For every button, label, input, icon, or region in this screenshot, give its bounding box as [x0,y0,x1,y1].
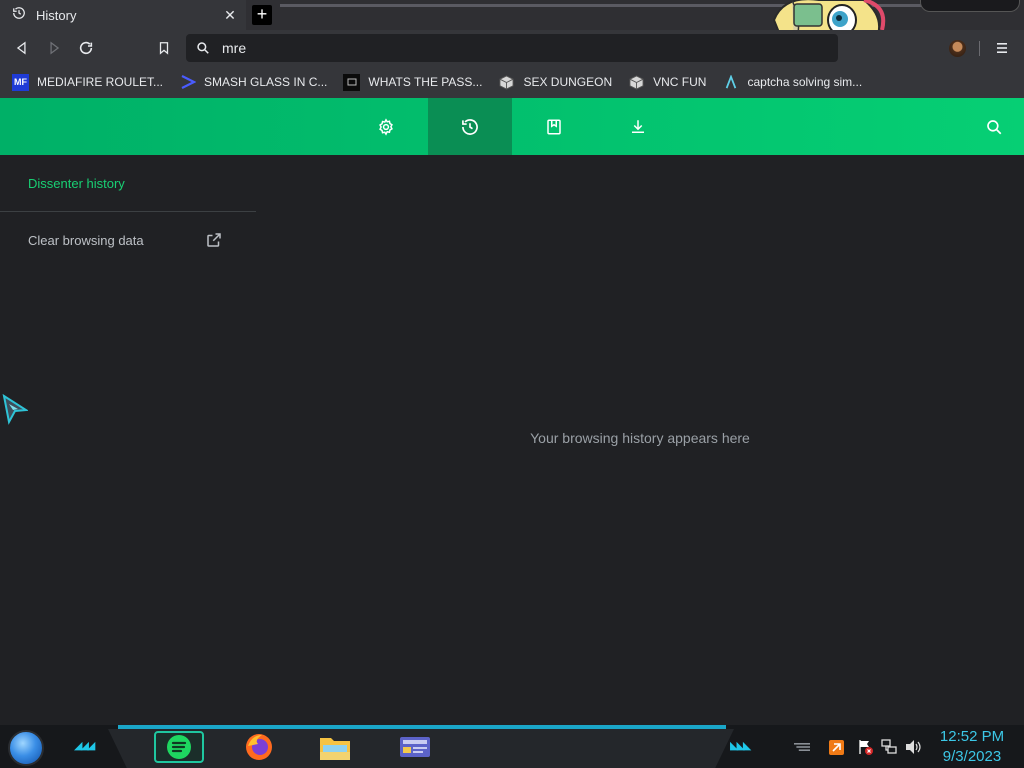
mediafire-icon: MF [12,73,29,91]
search-icon [987,119,1002,134]
chevrons-left-icon: ◢◢◢ [74,740,95,752]
bookmark-vnc-fun[interactable]: VNC FUN [628,74,706,91]
bookmark-captcha[interactable]: captcha solving sim... [722,74,862,91]
taskbar: ◢◢◢ ◣◣◣ 12:52 PM 9/3/2023 [0,725,1024,768]
tab-title: History [36,7,77,23]
nav-divider [0,211,256,212]
history-icon [462,118,478,135]
settings-icon [379,117,393,136]
bookmark-label: VNC FUN [653,75,707,89]
taskbar-trim [118,725,726,729]
bookmarks-button[interactable] [512,98,596,155]
show-hidden-icons-button[interactable] [794,739,810,755]
new-tab-button[interactable]: + [252,5,272,25]
menu-icon [997,43,1007,53]
cube-icon [628,74,645,91]
bookmark-mediafire[interactable]: MF MEDIAFIRE ROULET... [12,73,164,91]
history-icon [12,6,26,25]
window-controls[interactable] [920,0,1020,12]
chevrons-right-icon: ◣◣◣ [730,740,751,752]
tray-app-icon [828,739,844,755]
bookmark-label: MEDIAFIRE ROULET... [37,75,164,89]
bookmark-sex-dungeon[interactable]: SEX DUNGEON [498,74,612,91]
terminal-icon [343,73,361,91]
bookmark-page-button[interactable] [154,38,174,58]
lambda-icon [722,74,739,91]
bookmark-label: captcha solving sim... [747,75,863,89]
bookmark-label: SEX DUNGEON [523,75,613,89]
prompt-icon [179,74,196,91]
side-navigation: Dissenter history Clear browsing data [0,155,256,725]
history-header [0,98,1024,155]
start-button[interactable] [8,730,44,766]
menu-button[interactable] [992,38,1012,58]
clear-browsing-data-link[interactable]: Clear browsing data [28,233,144,248]
back-icon [16,41,26,55]
settings-button[interactable] [344,98,428,155]
empty-history-message: Your browsing history appears here [530,430,750,446]
firefox-icon [246,734,272,760]
volume-icon[interactable] [905,739,921,755]
reload-button[interactable] [76,38,96,58]
taskbar-app-spotify[interactable] [154,731,204,763]
network-icon[interactable] [881,739,897,755]
clock-time[interactable]: 12:52 PM [930,728,1014,745]
bookmark-label: WHATS THE PASS... [368,75,483,89]
toolbar-divider [979,41,980,56]
profile-avatar[interactable] [949,40,966,57]
control-panel-icon [400,737,430,757]
clock-date[interactable]: 9/3/2023 [930,748,1014,765]
search-icon [197,42,209,54]
history-button[interactable] [428,98,512,155]
spotify-icon [167,735,191,759]
tray-stripes-icon [794,743,810,751]
downloads-button[interactable] [596,98,680,155]
bookmark-smash-glass[interactable]: SMASH GLASS IN C... [179,74,327,91]
forward-button[interactable] [44,38,64,58]
taskbar-app-file-explorer[interactable] [310,731,360,763]
taskbar-app-firefox[interactable] [234,731,284,763]
bookmarks-bar: MF MEDIAFIRE ROULET... SMASH GLASS IN C.… [0,66,1024,98]
bookmark-label: SMASH GLASS IN C... [204,75,328,89]
bookmark-whats-the-pass[interactable]: WHATS THE PASS... [343,73,483,91]
forward-icon [50,41,60,55]
reload-icon [79,41,93,55]
address-bar[interactable]: mre [186,34,838,62]
tray-app-icon[interactable] [828,739,844,755]
network-icon [881,739,897,754]
address-text: mre [222,40,247,56]
action-center-icon[interactable] [857,739,873,755]
nav-dissenter-history[interactable]: Dissenter history [28,176,125,191]
bookmarks-icon [547,119,561,134]
volume-icon [906,740,921,754]
back-button[interactable] [12,38,32,58]
search-history-button[interactable] [952,98,1024,155]
cube-icon [498,74,515,91]
taskbar-app-control-panel[interactable] [390,731,440,763]
open-external-icon[interactable] [205,231,223,249]
tab-history[interactable]: History ✕ [0,0,246,30]
bookmark-icon [159,42,169,55]
close-tab-icon[interactable]: ✕ [222,7,238,23]
file-explorer-icon [320,738,350,760]
mouse-cursor-icon [2,394,28,425]
toolbar: mre [0,30,1024,66]
flag-alert-icon [859,740,873,755]
downloads-icon [632,119,644,133]
